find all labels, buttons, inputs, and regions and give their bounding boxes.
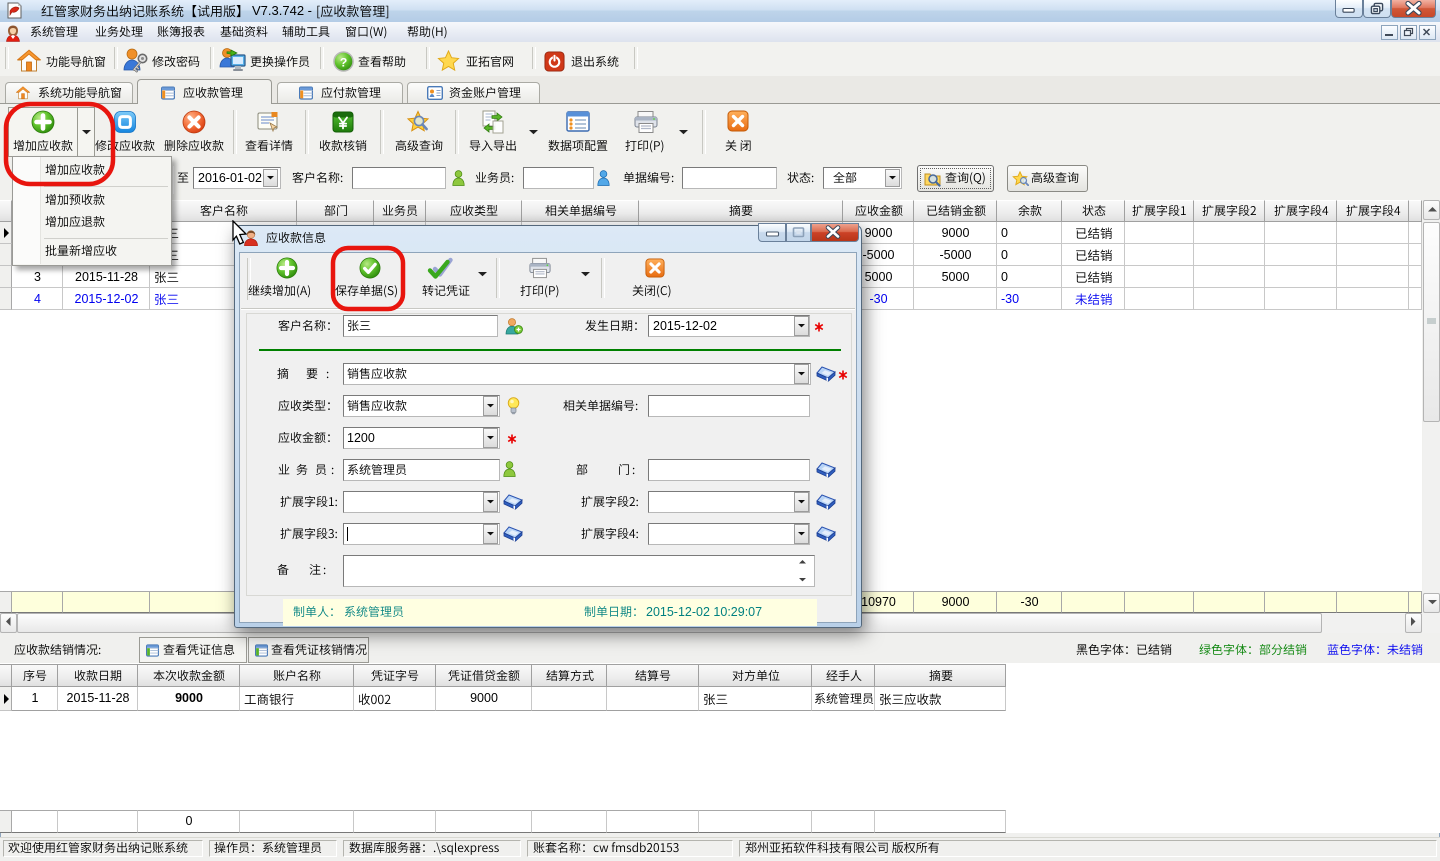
svg-text:?: ?	[340, 55, 348, 69]
